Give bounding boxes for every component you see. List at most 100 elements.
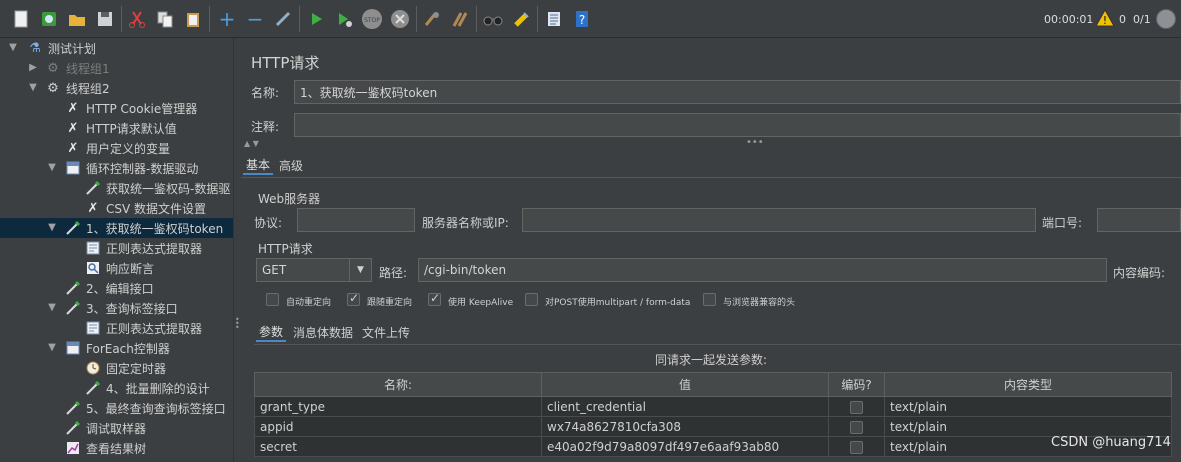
column-header-content-type[interactable]: 内容类型 xyxy=(884,372,1172,397)
content-type-cell[interactable]: text/plain xyxy=(884,416,1172,437)
help-icon[interactable]: ? xyxy=(571,8,593,30)
multipart-checkbox[interactable] xyxy=(525,293,538,306)
search-icon[interactable] xyxy=(482,8,504,30)
tree-item-cookie-manager[interactable]: ✗ HTTP Cookie管理器 xyxy=(0,98,233,118)
tree-item-label: 4、批量删除的设计 xyxy=(106,381,210,396)
param-name-cell[interactable]: appid xyxy=(254,416,542,437)
stop-icon[interactable]: STOP xyxy=(361,8,383,30)
tab-advanced[interactable]: 高级 xyxy=(276,155,306,175)
encode-checkbox[interactable] xyxy=(850,420,863,434)
tree-item-debug-sampler[interactable]: 调试取样器 xyxy=(0,418,233,438)
path-field[interactable]: /cgi-bin/token xyxy=(418,258,1107,282)
chevron-down-icon[interactable]: ▼ xyxy=(47,303,57,313)
param-value-cell[interactable]: e40a02f9d79a8097df497e6aaf93ab80 xyxy=(541,436,829,457)
chevron-down-icon[interactable]: ▼ xyxy=(47,343,57,353)
comment-field[interactable] xyxy=(294,113,1181,137)
new-icon[interactable] xyxy=(10,8,32,30)
tree-item-edit-api[interactable]: 2、编辑接口 xyxy=(0,278,233,298)
tree-item-label: 5、最终查询查询标签接口 xyxy=(86,401,226,416)
encode-checkbox[interactable] xyxy=(850,400,863,414)
shutdown-icon[interactable] xyxy=(389,8,411,30)
tree-item-thread-group-1[interactable]: ▶ ⚙ 线程组1 xyxy=(0,58,233,78)
param-name-cell[interactable]: secret xyxy=(254,436,542,457)
copy-icon[interactable] xyxy=(154,8,176,30)
follow-redirect-checkbox[interactable] xyxy=(347,291,360,306)
tree-item-test-plan[interactable]: ▼ ⚗ 测试计划 xyxy=(0,38,233,58)
grip-icon[interactable]: ••• xyxy=(746,137,764,148)
tree-item-response-assertion[interactable]: 响应断言 xyxy=(0,258,233,278)
tree-item-label: 测试计划 xyxy=(48,41,97,56)
svg-text:STOP: STOP xyxy=(364,17,380,24)
collapse-arrows-icon[interactable]: ▲ ▼ xyxy=(244,139,259,148)
tree-item-batch-delete[interactable]: 4、批量删除的设计 xyxy=(0,378,233,398)
column-header-encode[interactable]: 编码? xyxy=(828,372,885,397)
tree-item-regex-extractor-2[interactable]: 正则表达式提取器 xyxy=(0,318,233,338)
tree-splitter[interactable] xyxy=(233,38,241,462)
start-no-pause-icon[interactable] xyxy=(333,8,355,30)
tree-item-constant-timer[interactable]: 固定定时器 xyxy=(0,358,233,378)
tree-item-loop-controller[interactable]: ▼ 循环控制器-数据驱动 xyxy=(0,158,233,178)
auto-redirect-checkbox[interactable] xyxy=(266,293,279,306)
tree-item-label: 2、编辑接口 xyxy=(86,281,154,296)
chevron-right-icon[interactable]: ▶ xyxy=(28,63,38,73)
table-row[interactable]: grant_type client_credential text/plain xyxy=(254,396,1172,417)
server-field[interactable] xyxy=(522,208,1036,232)
param-value-cell[interactable]: wx74a8627810cfa308 xyxy=(541,416,829,437)
chevron-down-icon[interactable]: ▼ xyxy=(349,259,371,281)
tab-file-upload[interactable]: 文件上传 xyxy=(359,322,413,342)
toggle-icon[interactable] xyxy=(272,8,294,30)
tab-body-data[interactable]: 消息体数据 xyxy=(290,322,356,342)
content-type-cell[interactable]: text/plain xyxy=(884,396,1172,417)
browser-headers-checkbox[interactable] xyxy=(703,293,716,306)
protocol-field[interactable] xyxy=(297,208,415,232)
clear-all-icon[interactable] xyxy=(449,8,471,30)
function-helper-icon[interactable] xyxy=(543,8,565,30)
table-row[interactable]: secret e40a02f9d79a8097df497e6aaf93ab80 … xyxy=(254,436,1172,457)
tree-item-http-defaults[interactable]: ✗ HTTP请求默认值 xyxy=(0,118,233,138)
column-header-name[interactable]: 名称: xyxy=(254,372,542,397)
encode-checkbox[interactable] xyxy=(850,440,863,454)
keepalive-checkbox[interactable] xyxy=(428,291,441,306)
start-icon[interactable] xyxy=(305,8,327,30)
collapse-icon[interactable]: − xyxy=(244,8,266,30)
chevron-down-icon[interactable]: ▼ xyxy=(8,43,18,53)
clear-icon[interactable] xyxy=(421,8,443,30)
tree-item-final-query[interactable]: 5、最终查询查询标签接口 xyxy=(0,398,233,418)
templates-icon[interactable] xyxy=(38,8,60,30)
tree-item-get-token[interactable]: ▼ 1、获取统一鉴权码token xyxy=(0,218,233,238)
tree-item-query-tags-api[interactable]: ▼ 3、查询标签接口 xyxy=(0,298,233,318)
tab-basic[interactable]: 基本 xyxy=(243,155,274,175)
param-value-cell[interactable]: client_credential xyxy=(541,396,829,417)
tree-item-user-variables[interactable]: ✗ 用户定义的变量 xyxy=(0,138,233,158)
elapsed-time: 00:00:01 xyxy=(1044,13,1094,26)
open-icon[interactable] xyxy=(66,8,88,30)
chevron-down-icon[interactable]: ▼ xyxy=(47,163,57,173)
port-field[interactable] xyxy=(1097,208,1181,232)
reset-search-icon[interactable] xyxy=(510,8,532,30)
warning-icon[interactable]: ! xyxy=(1095,9,1115,27)
tree-item-regex-extractor[interactable]: 正则表达式提取器 xyxy=(0,238,233,258)
tree-item-thread-group-2[interactable]: ▼ ⚙ 线程组2 xyxy=(0,78,233,98)
tab-parameters[interactable]: 参数 xyxy=(256,322,287,342)
chevron-down-icon[interactable]: ▼ xyxy=(28,83,38,93)
splitter-grip-icon[interactable]: • • • xyxy=(235,316,240,334)
wrench-icon: ✗ xyxy=(67,120,79,136)
cut-icon[interactable] xyxy=(126,8,148,30)
paste-icon[interactable] xyxy=(182,8,204,30)
method-select[interactable]: GET ▼ xyxy=(256,258,372,282)
tree-item-foreach-controller[interactable]: ▼ ForEach控制器 xyxy=(0,338,233,358)
tree-item-data-driven-sampler[interactable]: 获取统一鉴权码-数据驱 xyxy=(0,178,233,198)
wrench-icon: ✗ xyxy=(67,100,79,116)
toolbar-separator xyxy=(121,6,122,32)
collapse-bar[interactable]: ▲ ▼ ••• xyxy=(241,137,1181,151)
tree-item-results-tree[interactable]: 查看结果树 xyxy=(0,438,233,458)
name-field[interactable]: 1、获取统一鉴权码token xyxy=(294,80,1181,104)
table-row[interactable]: appid wx74a8627810cfa308 text/plain xyxy=(254,416,1172,437)
param-name-cell[interactable]: grant_type xyxy=(254,396,542,417)
remote-globe-icon[interactable] xyxy=(1156,9,1176,29)
save-icon[interactable] xyxy=(94,8,116,30)
expand-icon[interactable]: + xyxy=(216,8,238,30)
column-header-value[interactable]: 值 xyxy=(541,372,829,397)
chevron-down-icon[interactable]: ▼ xyxy=(47,223,57,233)
tree-item-csv-data-set[interactable]: ✗ CSV 数据文件设置 xyxy=(0,198,233,218)
